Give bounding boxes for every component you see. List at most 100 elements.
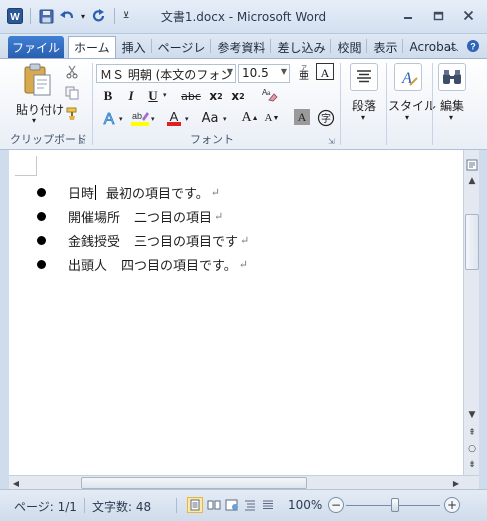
list-item-term: 開催場所 [68,210,121,226]
tab-page-layout[interactable]: ページレ [152,36,211,58]
italic-icon[interactable]: I [121,87,141,105]
tab-view[interactable]: 表示 [367,36,402,58]
tabs-right-controls: ︿ ? [445,39,481,53]
cut-icon[interactable] [62,63,82,81]
zoom-out-icon[interactable]: − [328,497,344,513]
status-separator [84,498,85,513]
word-count[interactable]: 文字数: 48 [92,498,151,515]
bold-icon[interactable]: B [98,87,118,105]
grow-font-icon[interactable]: A ▲ [240,109,260,127]
ruler-toggle-icon[interactable] [465,158,479,172]
previous-page-icon[interactable]: ⇞ [465,426,479,440]
horizontal-scrollbar[interactable]: ◀ ▶ [9,475,479,489]
list-item[interactable]: 開催場所 二つ目の項目 ↵ [37,204,249,228]
paragraph-mark: ↵ [214,209,224,223]
superscript-icon[interactable]: x2 [228,87,248,105]
minimize-icon[interactable] [395,6,421,24]
clear-formatting-icon[interactable]: Aa [260,85,280,103]
copy-icon[interactable] [62,84,82,102]
page-count[interactable]: ページ: 1/1 [14,498,77,515]
subscript-icon[interactable]: x2 [206,87,226,105]
font-color-icon[interactable]: A [164,109,184,127]
font-name-combo[interactable]: ＭＳ 明朝 (本文のフォン ▼ [96,64,236,83]
tab-file[interactable]: ファイル [8,36,64,58]
paragraph-label: 段落 [352,99,377,113]
tab-home[interactable]: ホーム [68,36,116,58]
font-size-dropdown-icon[interactable]: ▼ [281,67,287,76]
character-shading-icon[interactable]: A [294,109,310,125]
underline-dropdown-icon[interactable]: ▾ [163,91,167,99]
font-color-dropdown-icon[interactable]: ▾ [185,115,189,123]
list-item[interactable]: 日時 最初の項目です。 ↵ [37,180,249,204]
bullet-icon [37,187,46,197]
format-painter-icon[interactable] [62,105,82,123]
zoom-in-icon[interactable]: + [444,497,460,513]
paragraph-icon [350,63,378,91]
styles-label: スタイル [388,99,437,113]
ribbon-home: 貼り付け ▾ クリップボード ⇲ ＭＳ 明朝 (本文のフォン ▼ 10.5 ▼ … [0,58,487,150]
font-size-combo[interactable]: 10.5 ▼ [238,64,290,83]
phonetic-guide-icon[interactable]: ア亜 [294,63,314,81]
list-item-term: 出頭人 [68,258,108,274]
scroll-right-icon[interactable]: ▶ [449,476,463,490]
svg-text:A: A [104,111,115,127]
paragraph-button[interactable]: 段落 ▾ [346,63,382,133]
group-divider [340,63,341,145]
outline-view-icon[interactable] [242,497,258,513]
list-item[interactable]: 金銭授受 三つ目の項目です ↵ [37,228,249,252]
highlight-icon[interactable]: ab [130,109,150,127]
font-launcher-icon[interactable]: ⇲ [328,137,335,146]
styles-dropdown-icon: ▾ [405,113,410,122]
underline-icon[interactable]: U [143,87,163,105]
highlight-dropdown-icon[interactable]: ▾ [151,115,155,123]
strikethrough-icon[interactable]: abc [178,87,204,105]
paste-button[interactable]: 貼り付け ▾ [14,63,64,125]
svg-text:亜: 亜 [299,71,309,81]
tab-review[interactable]: 校閲 [331,36,366,58]
clipboard-group-label: クリップボード [10,133,87,146]
browse-object-icon[interactable]: ○ [465,442,479,456]
list-item-term: 日時 [68,186,95,202]
text-effects-dropdown-icon[interactable]: ▾ [119,115,123,123]
zoom-slider-thumb[interactable] [391,498,399,512]
shrink-font-icon[interactable]: A ▼ [262,109,282,127]
vertical-scroll-thumb[interactable] [465,214,479,270]
styles-icon: A [394,63,422,91]
draft-view-icon[interactable] [260,497,276,513]
scroll-down-icon[interactable]: ▼ [465,408,479,422]
tab-mailings[interactable]: 差し込み [271,36,330,58]
zoom-level[interactable]: 100% [288,498,322,512]
font-size-value: 10.5 [242,66,269,80]
group-divider [386,63,387,145]
tab-references[interactable]: 参考資料 [211,36,270,58]
character-border-icon[interactable]: A [316,63,334,80]
list-item-term: 金銭授受 [68,234,121,250]
font-name-dropdown-icon[interactable]: ▼ [227,67,233,76]
enclose-characters-icon[interactable]: 字 [316,109,336,127]
svg-text:?: ? [470,42,476,52]
document-area[interactable]: 日時 最初の項目です。 ↵ 開催場所 二つ目の項目 ↵ 金銭授受 三つ目の項目で… [0,150,463,475]
text-effects-icon[interactable]: A [99,109,119,127]
editing-button[interactable]: 編集 ▾ [434,63,470,133]
close-icon[interactable] [455,6,481,24]
change-case-icon[interactable]: Aa [198,109,222,127]
vertical-scrollbar[interactable]: ▲ ▼ ⇞ ○ ⇟ [463,150,479,475]
web-layout-icon[interactable] [224,497,240,513]
tab-insert[interactable]: 挿入 [116,36,151,58]
change-case-dropdown-icon[interactable]: ▾ [223,115,227,123]
clipboard-launcher-icon[interactable]: ⇲ [78,137,85,146]
restore-icon[interactable] [425,6,451,24]
scroll-up-icon[interactable]: ▲ [465,174,479,188]
horizontal-scroll-thumb[interactable] [81,477,307,489]
list-item[interactable]: 出頭人 四つ目の項目です。 ↵ [37,252,249,276]
next-page-icon[interactable]: ⇟ [465,458,479,472]
scroll-left-icon[interactable]: ◀ [9,476,23,490]
editing-dropdown-icon: ▾ [449,113,454,122]
styles-button[interactable]: A スタイル ▾ [388,63,436,133]
font-group-label: フォント [190,133,234,146]
collapse-ribbon-icon[interactable]: ︿ [445,39,461,53]
print-layout-view-icon[interactable] [187,497,203,513]
full-screen-reading-icon[interactable] [206,497,222,513]
editing-label: 編集 [440,99,465,113]
help-icon[interactable]: ? [465,39,481,53]
